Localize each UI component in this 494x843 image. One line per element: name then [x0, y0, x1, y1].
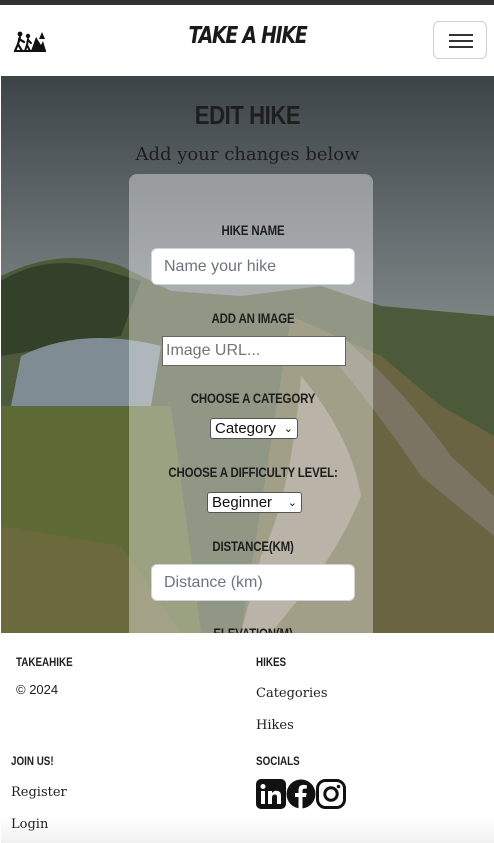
category-label: CHOOSE A CATEGORY [190, 390, 316, 406]
difficulty-label: CHOOSE A DIFFICULTY LEVEL: [168, 464, 338, 480]
navbar: TAKE A HIKE [1, 5, 494, 76]
hamburger-line [449, 46, 473, 48]
distance-label: DISTANCE(KM) [212, 538, 294, 554]
hikers-icon[interactable] [13, 29, 47, 55]
elevation-label: ELEVATION(M) [151, 626, 356, 633]
instagram-icon[interactable] [316, 779, 346, 809]
footer-brand: TAKEAHIKE [16, 655, 73, 669]
hamburger-line [449, 40, 473, 42]
footer-link-categories[interactable]: Categories [256, 686, 328, 701]
footer-link-register[interactable]: Register [11, 785, 67, 800]
chevron-down-icon: ⌄ [283, 423, 293, 435]
facebook-icon[interactable] [286, 779, 316, 809]
distance-input[interactable] [151, 564, 355, 601]
chevron-down-icon: ⌄ [287, 497, 297, 509]
difficulty-select-value: Beginner [212, 494, 273, 511]
footer-link-login[interactable]: Login [11, 817, 48, 832]
linkedin-icon[interactable] [256, 779, 286, 809]
page-subtitle: Add your changes below [135, 144, 360, 165]
image-label: ADD AN IMAGE [211, 310, 295, 326]
difficulty-select[interactable]: Beginner ⌄ [207, 492, 302, 513]
category-select-value: Category [215, 420, 276, 437]
brand-title[interactable]: TAKE A HIKE [45, 23, 449, 49]
hike-name-label: HIKE NAME [221, 222, 285, 238]
footer-link-hikes[interactable]: Hikes [256, 718, 294, 733]
footer-hikes-heading: HIKES [256, 655, 287, 669]
hamburger-menu-icon [449, 34, 473, 36]
category-select[interactable]: Category ⌄ [210, 418, 298, 439]
image-url-input[interactable] [162, 336, 346, 366]
navbar-toggle-button[interactable] [433, 21, 487, 59]
footer-join-heading: JOIN US! [11, 754, 54, 768]
page-title: EDIT HIKE [194, 100, 301, 130]
footer-socials-heading: SOCIALS [256, 754, 300, 768]
footer: TAKEAHIKE © 2024 HIKES Categories Hikes … [1, 633, 494, 843]
hike-name-input[interactable] [151, 248, 355, 285]
footer-copyright: © 2024 [16, 682, 59, 697]
